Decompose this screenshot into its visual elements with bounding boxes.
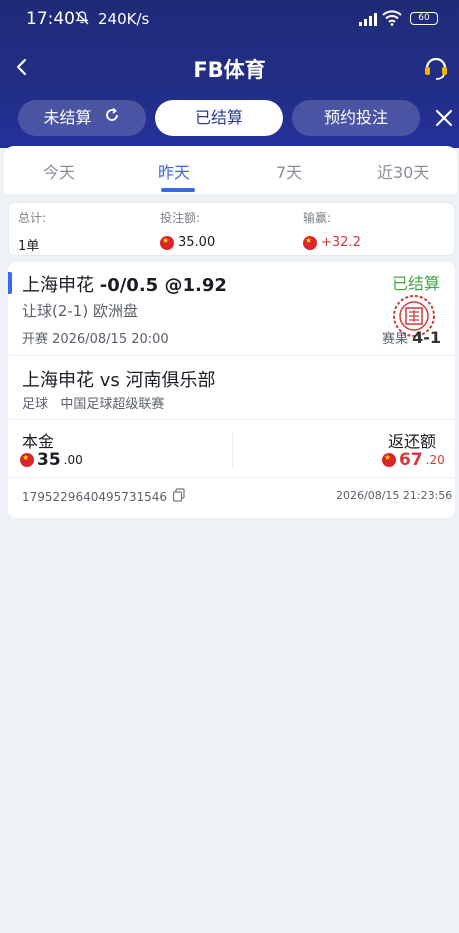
close-icon	[435, 109, 453, 127]
settle-time: 2026/08/15 21:23:56	[336, 489, 453, 502]
stake-amount: 35.00	[20, 450, 83, 470]
page-title: FB体育	[193, 58, 266, 82]
bet-card[interactable]: 上海申花 -0/0.5 @1.92 已结算 让球(2-1) 欧洲盘 开赛 202…	[8, 262, 455, 518]
tab-yesterday[interactable]: 昨天	[158, 159, 190, 183]
copy-icon[interactable]	[172, 488, 186, 505]
sport-name: 足球	[22, 397, 49, 412]
divider	[8, 355, 455, 356]
divider	[8, 419, 455, 420]
winnings-label: 输赢:	[303, 211, 332, 225]
bet-handicap-odds: -0/0.5 @1.92	[99, 275, 227, 296]
return-amount: 67.20	[382, 450, 445, 470]
cny-flag-icon	[160, 235, 174, 250]
status-badge: 已结算	[392, 274, 441, 293]
stake-value-row: 35.00	[160, 235, 215, 250]
wifi-icon	[382, 10, 402, 30]
total-value: 1单	[18, 239, 40, 254]
return-int: 67	[399, 450, 423, 470]
order-id: 1795229640495731546	[22, 489, 168, 504]
cny-flag-icon	[382, 453, 396, 467]
result-label: 赛果	[382, 332, 409, 347]
bet-team: 上海申花	[22, 275, 94, 296]
return-dec: .20	[425, 453, 445, 467]
tab-settled[interactable]: 已结算	[155, 100, 283, 136]
stake-label: 本金	[22, 432, 55, 451]
header: FB体育	[0, 44, 459, 90]
order-id-row: 1795229640495731546	[22, 488, 186, 505]
match-name: 上海申花 vs 河南俱乐部	[22, 370, 216, 391]
customer-service-button[interactable]	[422, 52, 450, 82]
battery-indicator: 60	[410, 12, 438, 25]
league-info: 足球 中国足球超级联赛	[22, 393, 164, 412]
tab-30-days[interactable]: 近30天	[377, 159, 429, 183]
return-label: 返还额	[388, 432, 437, 451]
summary-winnings: 输赢: +32.2	[303, 209, 361, 250]
winnings-value: +32.2	[321, 235, 361, 250]
summary-stake: 投注额: 35.00	[160, 209, 215, 250]
cny-flag-icon	[303, 235, 317, 250]
total-label: 总计:	[18, 211, 47, 225]
winnings-value-row: +32.2	[303, 235, 361, 250]
tab-7-days[interactable]: 7天	[276, 159, 302, 183]
match-result: 赛果 4-1	[382, 328, 441, 347]
tab-today[interactable]: 今天	[43, 159, 75, 183]
summary-total: 总计: 1单	[18, 209, 46, 254]
card-accent-bar	[8, 272, 12, 294]
date-filter-tabs: 今天 昨天 7天 近30天	[4, 146, 457, 194]
close-button[interactable]	[432, 105, 456, 131]
bet-status-tabs: 未结算 已结算 预约投注	[0, 100, 459, 138]
headset-icon	[425, 57, 447, 80]
status-time: 17:40	[26, 9, 75, 29]
active-tab-indicator	[161, 188, 195, 192]
stake-dec: .00	[63, 453, 83, 467]
bet-selection: 上海申花 -0/0.5 @1.92	[22, 271, 227, 297]
divider	[8, 477, 455, 478]
kickoff-time: 2026/08/15 20:00	[52, 332, 169, 347]
top-bar: 17:40 240K/s 60 FB体育 未结算 已结算 预约投注	[0, 0, 459, 148]
tab-unsettled[interactable]: 未结算	[18, 100, 146, 136]
column-divider	[232, 432, 233, 468]
signal-icon	[358, 11, 378, 30]
summary-panel: 总计: 1单 投注额: 35.00 输赢: +32.2	[8, 202, 455, 256]
refresh-icon[interactable]	[103, 101, 121, 137]
bet-market: 让球(2-1) 欧洲盘	[22, 302, 138, 320]
kickoff-info: 开赛 2026/08/15 20:00	[22, 328, 169, 347]
bell-off-icon	[74, 10, 90, 30]
league-name: 中国足球超级联赛	[60, 397, 165, 412]
status-bar: 17:40 240K/s 60	[0, 0, 459, 38]
tab-scheduled-bets[interactable]: 预约投注	[292, 100, 420, 136]
result-score: 4-1	[412, 328, 442, 347]
stake-int: 35	[37, 450, 61, 470]
network-speed: 240K/s	[98, 10, 150, 28]
cny-flag-icon	[20, 453, 34, 467]
stake-label: 投注额:	[160, 211, 201, 225]
tab-unsettled-label: 未结算	[43, 108, 92, 127]
kickoff-label: 开赛	[22, 332, 49, 347]
stake-value: 35.00	[178, 235, 216, 250]
